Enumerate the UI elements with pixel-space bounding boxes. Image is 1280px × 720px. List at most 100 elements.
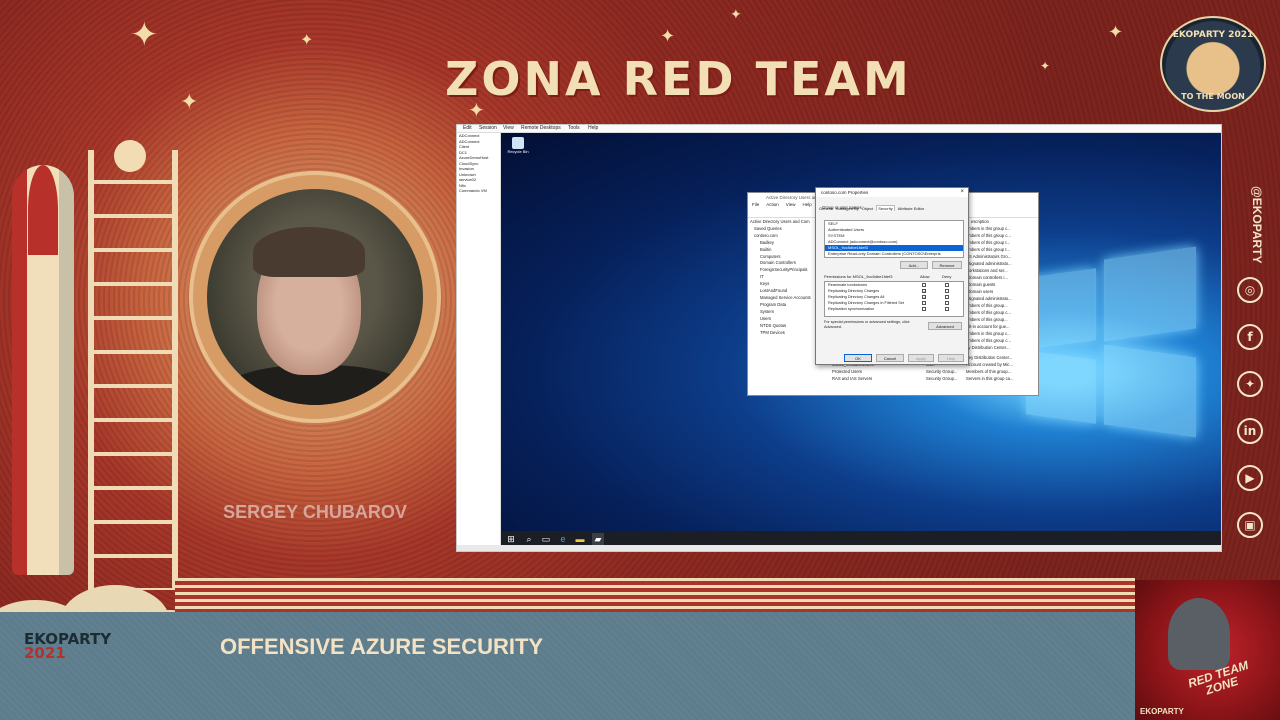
remote-menu-item[interactable]: Edit [463, 125, 472, 131]
object-description: embers of this group t... [966, 240, 1010, 245]
aduc-tree-item[interactable]: Saved Queries [750, 226, 822, 233]
aduc-menu-item[interactable]: File [752, 202, 759, 207]
aduc-tree-item[interactable]: Badkey [750, 240, 822, 247]
allow-checkbox[interactable]: ✓ [922, 295, 926, 300]
object-description: uilt-in account for gue... [966, 324, 1010, 329]
rocket-nose-illustration [28, 165, 58, 255]
aduc-tree-item[interactable]: Users [750, 316, 822, 323]
remote-menu-item[interactable]: Remote Desktops [521, 125, 561, 131]
aduc-menu-item[interactable]: Action [766, 202, 779, 207]
aduc-tree-item[interactable]: Builtin [750, 247, 822, 254]
remote-menu-item[interactable]: View [503, 125, 514, 131]
start-button-icon[interactable]: ⊞ [505, 533, 517, 545]
sparkle-decoration: ✦ [180, 90, 199, 115]
advanced-button[interactable]: Advanced [928, 322, 962, 330]
twitch-icon[interactable]: ▣ [1237, 512, 1263, 538]
speaker-hair [253, 227, 365, 277]
social-handle: @EKOPARTY [1250, 186, 1264, 264]
allow-checkbox[interactable]: ✓ [922, 289, 926, 294]
deny-checkbox[interactable] [945, 289, 949, 293]
windows-desktop[interactable]: Recycle Bin Active Directory Users and C… [501, 133, 1221, 545]
aduc-tree-item[interactable]: NTDS Quotas [750, 323, 822, 330]
aduc-tree-item[interactable]: ForeignSecurityPrincipals [750, 267, 822, 274]
remote-menu-item[interactable]: Session [479, 125, 497, 131]
properties-tab[interactable]: Object [862, 206, 874, 211]
aduc-tree-item[interactable]: Keys [750, 281, 822, 288]
aduc-tree-item[interactable]: Program Data [750, 302, 822, 309]
allow-checkbox[interactable] [922, 307, 926, 311]
aduc-tree-item[interactable]: TPM Devices [750, 330, 822, 337]
permissions-label: Permissions for MSOL_9cc5dbe1fdef3 [824, 274, 893, 279]
aduc-tree-item[interactable]: LostAndFound [750, 288, 822, 295]
aduc-object-row[interactable]: Protected Users Security Group... Members … [826, 369, 1036, 376]
file-explorer-icon[interactable]: ▬ [574, 533, 586, 545]
add-button[interactable]: Add... [900, 261, 928, 269]
recycle-bin-shortcut[interactable]: Recycle Bin [505, 137, 531, 161]
cancel-button[interactable]: Cancel [876, 354, 904, 362]
deny-checkbox[interactable] [945, 301, 949, 305]
principal-item[interactable]: Enterprise Read-only Domain Controllers … [825, 251, 963, 257]
facebook-icon[interactable]: f [1237, 324, 1263, 350]
object-description: l domain guests [966, 282, 996, 287]
remote-connection-item[interactable]: Commando VM [457, 188, 500, 194]
search-icon[interactable]: ⌕ [523, 533, 535, 545]
youtube-icon[interactable]: ▶ [1237, 465, 1263, 491]
aduc-tree-item[interactable]: contoso.com [750, 233, 822, 240]
edge-browser-icon[interactable]: e [557, 533, 569, 545]
properties-dialog[interactable]: contoso.com Properties × General Managed … [815, 187, 969, 365]
special-permissions-text: For special permissions or advanced sett… [824, 320, 910, 329]
aduc-menu-item[interactable]: Help [802, 202, 811, 207]
recycle-bin-icon [512, 137, 524, 149]
permission-list[interactable]: Reanimate tombstones Replicating Director… [824, 281, 964, 317]
aduc-tree-item[interactable]: Computers [750, 254, 822, 261]
linkedin-icon[interactable]: in [1237, 418, 1263, 444]
help-button[interactable]: Help [938, 354, 964, 362]
deny-checkbox[interactable] [945, 295, 949, 299]
lower-third-band [0, 612, 1135, 720]
aduc-taskbar-icon[interactable]: ▰ [592, 533, 604, 545]
aduc-tree-item[interactable]: IT [750, 274, 822, 281]
sparkle-decoration: ✦ [730, 7, 742, 23]
remove-button[interactable]: Remove [932, 261, 962, 269]
object-description: Servers in this group ca... [966, 376, 1014, 381]
object-description: embers in this group c... [966, 331, 1011, 336]
speaker-webcam [207, 189, 423, 405]
close-icon[interactable]: × [960, 189, 964, 195]
deny-checkbox[interactable] [945, 307, 949, 311]
task-view-icon[interactable]: ▭ [540, 533, 552, 545]
principal-list[interactable]: SELF Authenticated Users SYSTEM ADConnect (… [824, 220, 964, 258]
tower-beacon-illustration [114, 140, 146, 172]
object-description: NS Administrators Gro... [966, 254, 1012, 259]
object-description: Account created by Mic... [966, 362, 1014, 367]
stage-title: ZONA RED TEAM [445, 52, 912, 106]
remote-desktop-menubar: Edit Session View Remote Desktops Tools Help [457, 125, 1221, 133]
launch-tower-illustration [88, 150, 178, 590]
twitter-icon[interactable]: ✦ [1237, 371, 1263, 397]
deny-checkbox[interactable] [945, 283, 949, 287]
remote-desktop-screen[interactable]: Edit Session View Remote Desktops Tools Help … [456, 124, 1222, 552]
decorative-stripes [175, 578, 1135, 612]
object-description: embers of this group t... [966, 247, 1010, 252]
remote-menu-item[interactable]: Tools [568, 125, 580, 131]
aduc-tree-item[interactable]: Domain Controllers [750, 260, 822, 267]
badge-top-text: EKOPARTY 2021 [1172, 30, 1254, 40]
allow-checkbox[interactable] [922, 301, 926, 305]
object-description: embers of this group c... [966, 310, 1011, 315]
talk-title: OFFENSIVE AZURE SECURITY [220, 634, 544, 659]
recycle-bin-label: Recycle Bin [507, 149, 529, 154]
aduc-menu-item[interactable]: View [786, 202, 796, 207]
desc-column-header: escription [971, 219, 989, 224]
aduc-tree-item[interactable]: Managed Service Accounts [750, 295, 822, 302]
aduc-tree-item[interactable]: Active Directory Users and Com [750, 219, 822, 226]
aduc-tree-item[interactable]: System [750, 309, 822, 316]
apply-button[interactable]: Apply [908, 354, 934, 362]
instagram-icon[interactable]: ◎ [1237, 277, 1263, 303]
allow-checkbox[interactable] [922, 283, 926, 287]
properties-tab[interactable]: Security [876, 205, 895, 211]
ekoparty-badge-logo: EKOPARTY 2021 TO THE MOON [1160, 16, 1266, 112]
ok-button[interactable]: OK [844, 354, 872, 362]
aduc-object-row[interactable]: RAS and IAS Servers Security Group... Serv… [826, 376, 1036, 383]
windows-logo-pane [1104, 246, 1196, 342]
properties-tab[interactable]: Attribute Editor [898, 206, 924, 211]
remote-menu-item[interactable]: Help [588, 125, 598, 131]
